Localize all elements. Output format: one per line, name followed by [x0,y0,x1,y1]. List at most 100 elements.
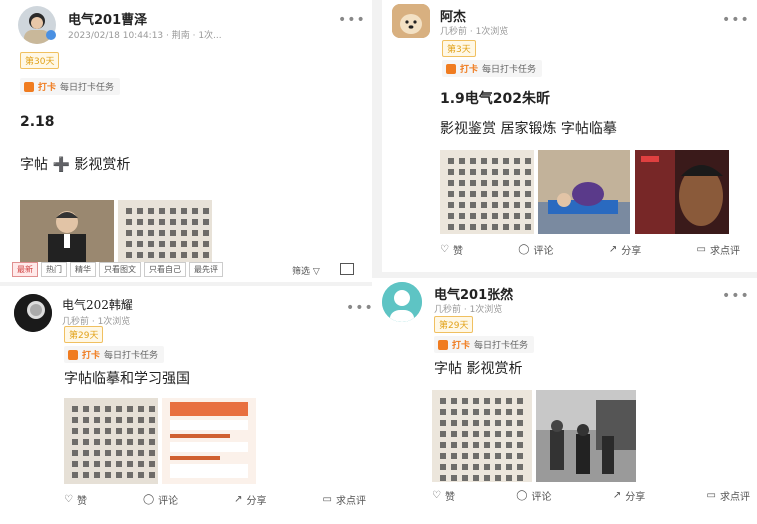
tab-mine[interactable]: 只看自己 [144,262,186,277]
review-button[interactable]: ▭ 求点评 [323,492,366,507]
calligraphy-char [481,213,487,219]
share-button[interactable]: ↗ 分享 [609,242,641,257]
tab-featured[interactable]: 精华 [70,262,96,277]
app-screenshot-image[interactable] [162,398,256,484]
post-body: 字帖临摹和学习强国 [64,371,190,387]
calligraphy-char [170,208,176,214]
calligraphy-char [484,442,490,448]
layout-icon[interactable] [340,263,354,275]
calligraphy-char [525,213,531,219]
calligraphy-char [481,169,487,175]
calligraphy-char [149,450,155,456]
tab-image-text[interactable]: 只看图文 [99,262,141,277]
calligraphy-char [506,431,512,437]
tab-latest[interactable]: 最新 [12,262,38,277]
calligraphy-char [127,428,133,434]
calligraphy-char [116,472,122,478]
calligraphy-char [137,230,143,236]
tab-first-review[interactable]: 最先评 [189,262,223,277]
post-card-ajie: 阿杰 几秒前 · 1次浏览 ••• 第3天 打卡 每日打卡任务 1.9电气202… [382,0,757,272]
calligraphy-char [495,464,501,470]
calligraphy-char [451,398,457,404]
username[interactable]: 电气202韩耀 [62,296,133,313]
calligraphy-char [495,420,501,426]
calligraphy-char [503,180,509,186]
calligraphy-char [203,241,209,247]
heart-icon: ♡ [64,494,73,505]
calligraphy-char [481,158,487,164]
checkin-task-tag[interactable]: 打卡 每日打卡任务 [64,346,165,363]
post-body: 影视鉴赏 居家锻炼 字帖临摹 [440,121,617,137]
exercise-image[interactable] [538,150,630,234]
calligraphy-char [138,428,144,434]
calligraphy-char [495,453,501,459]
review-button[interactable]: ▭ 求点评 [697,242,740,257]
calligraphy-image[interactable] [118,200,212,262]
avatar[interactable] [14,294,52,332]
calligraphy-char [149,406,155,412]
video-thumbnail[interactable] [635,150,729,234]
calligraphy-char [462,453,468,459]
calligraphy-image[interactable] [64,398,158,484]
more-icon[interactable]: ••• [722,288,750,304]
calligraphy-char [503,202,509,208]
comment-button[interactable]: ◯ 评论 [516,488,551,503]
like-button[interactable]: ♡ 赞 [432,488,455,503]
comment-button[interactable]: ◯ 评论 [143,492,178,507]
calligraphy-char [192,241,198,247]
calligraphy-char [440,464,446,470]
comment-button[interactable]: ◯ 评论 [518,242,553,257]
calligraphy-char [459,202,465,208]
tab-hot[interactable]: 热门 [41,262,67,277]
calligraphy-char [473,453,479,459]
username[interactable]: 阿杰 [440,6,466,25]
calligraphy-char [448,224,454,230]
calligraphy-char [116,450,122,456]
filter-button[interactable]: 筛选 ▽ [292,264,320,277]
like-button[interactable]: ♡ 赞 [64,492,87,507]
avatar[interactable] [382,282,422,322]
calligraphy-char [451,420,457,426]
calligraphy-char [72,472,78,478]
calligraphy-char [503,191,509,197]
calligraphy-char [473,431,479,437]
avatar[interactable] [392,4,430,38]
street-photo-image[interactable] [536,390,636,482]
checkin-task-tag[interactable]: 打卡 每日打卡任务 [20,78,121,95]
calligraphy-char [83,472,89,478]
more-icon[interactable]: ••• [722,12,750,28]
calligraphy-char [470,224,476,230]
calligraphy-char [459,180,465,186]
calligraphy-char [525,202,531,208]
calligraphy-char [517,409,523,415]
checkin-icon [24,81,34,92]
video-thumbnail[interactable] [20,200,114,262]
day-badge: 第30天 [20,52,60,69]
more-icon[interactable]: ••• [338,12,366,28]
calligraphy-char [440,409,446,415]
calligraphy-char [451,464,457,470]
calligraphy-char [203,219,209,225]
calligraphy-char [148,252,154,258]
share-button[interactable]: ↗ 分享 [613,488,645,503]
calligraphy-char [192,219,198,225]
action-bar: ♡ 赞 ◯ 评论 ↗ 分享 ▭ 求点评 [432,488,750,503]
calligraphy-char [481,202,487,208]
calligraphy-image[interactable] [440,150,534,234]
calligraphy-char [517,398,523,404]
calligraphy-char [506,475,512,481]
calligraphy-char [127,472,133,478]
calligraphy-char [525,169,531,175]
calligraphy-char [451,442,457,448]
username[interactable]: 电气201曹泽 [68,9,147,28]
calligraphy-char [137,219,143,225]
username[interactable]: 电气201张然 [434,284,513,303]
share-button[interactable]: ↗ 分享 [234,492,266,507]
calligraphy-image[interactable] [432,390,532,482]
like-button[interactable]: ♡ 赞 [440,242,463,257]
calligraphy-char [192,208,198,214]
review-button[interactable]: ▭ 求点评 [707,488,750,503]
checkin-task-tag[interactable]: 打卡 每日打卡任务 [442,60,543,77]
more-icon[interactable]: ••• [346,300,374,316]
checkin-task-tag[interactable]: 打卡 每日打卡任务 [434,336,535,353]
